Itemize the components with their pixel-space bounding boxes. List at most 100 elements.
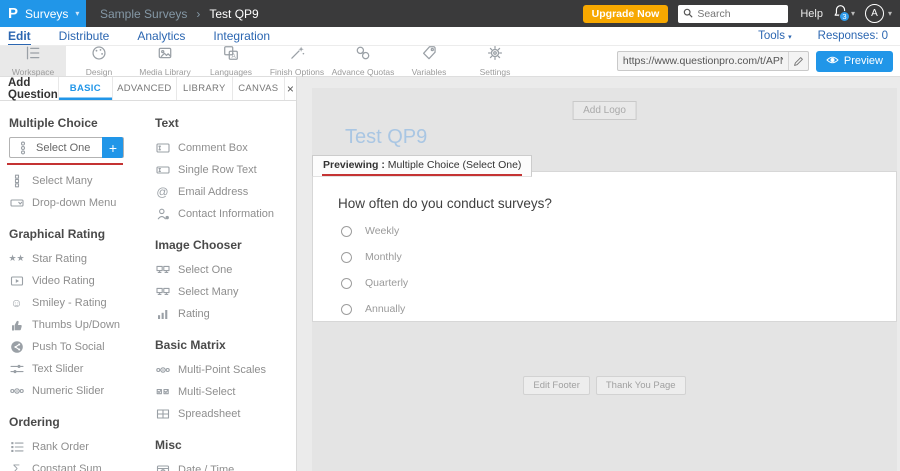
tool-media-library[interactable]: Media Library [132, 46, 198, 76]
tool-workspace[interactable]: Workspace [0, 46, 66, 76]
tool-settings[interactable]: Settings [462, 46, 528, 76]
nav-tab-edit[interactable]: Edit [8, 29, 31, 45]
footer-buttons-container: Edit Footer Thank You Page [312, 376, 897, 395]
panel-tabs-container: BASICADVANCEDLIBRARYCANVAS [58, 77, 284, 100]
rank-order-icon [9, 440, 24, 454]
panel-tab-canvas[interactable]: CANVAS [232, 77, 284, 100]
add-question-plus-button[interactable]: + [102, 137, 123, 158]
question-type-video-rating[interactable]: Video Rating [9, 270, 146, 292]
question-type-multi-select[interactable]: Multi-Select [155, 381, 296, 403]
question-type-smiley-rating[interactable]: ☺Smiley - Rating [9, 292, 146, 314]
upgrade-now-button[interactable]: Upgrade Now [583, 5, 669, 23]
question-type-thumbs-up-down[interactable]: Thumbs Up/Down [9, 314, 146, 336]
question-type-star-rating[interactable]: ★★Star Rating [9, 248, 146, 270]
question-type-text-slider[interactable]: Text Slider [9, 358, 146, 380]
image-chooser-icon [155, 285, 170, 299]
breadcrumb: Sample Surveys › Test QP9 [100, 7, 259, 21]
thank-you-page-button[interactable]: Thank You Page [596, 376, 686, 395]
star-rating-icon: ★★ [9, 254, 24, 263]
radio-button[interactable] [341, 304, 352, 315]
tool-advance-quotas[interactable]: Advance Quotas [330, 46, 396, 76]
question-type-date-time[interactable]: Date / Time [155, 459, 296, 471]
previewing-value: Multiple Choice (Select One) [385, 159, 522, 171]
question-type-select-many[interactable]: Select Many [9, 170, 146, 192]
workspace-icon [25, 45, 41, 66]
survey-preview-area: Add Logo Test QP9 Previewing : Multiple … [297, 77, 900, 471]
help-link[interactable]: Help [800, 8, 823, 20]
question-type-numeric-slider[interactable]: Numeric Slider [9, 380, 146, 402]
preview-button[interactable]: Preview [816, 51, 893, 72]
question-type-select-one[interactable]: Select One [155, 259, 296, 281]
product-label: Surveys [25, 7, 68, 21]
question-type-multi-point-scales[interactable]: Multi-Point Scales [155, 359, 296, 381]
smiley-rating-icon: ☺ [9, 297, 24, 309]
question-types-left-column: Multiple ChoiceSelect One+Select ManyDro… [0, 101, 146, 471]
account-chevron-icon[interactable]: ▾ [888, 10, 892, 18]
section-title-text: Text [155, 116, 296, 130]
panel-tab-library[interactable]: LIBRARY [176, 77, 232, 100]
survey-url-box [617, 51, 809, 71]
breadcrumb-parent[interactable]: Sample Surveys [100, 7, 187, 21]
question-type-select-one[interactable]: Select One+ [9, 137, 124, 158]
add-logo-button[interactable]: Add Logo [572, 101, 637, 120]
question-type-comment-box[interactable]: Comment Box [155, 137, 296, 159]
question-type-drop-down-menu[interactable]: Drop-down Menu [9, 192, 146, 214]
panel-tab-basic[interactable]: BASIC [58, 77, 112, 100]
nav-tabs-container: Edit Distribute Analytics Integration [8, 27, 298, 45]
answer-option-weekly: Weekly [341, 225, 896, 237]
question-type-spreadsheet[interactable]: Spreadsheet [155, 403, 296, 425]
add-question-panel: Add Question BASICADVANCEDLIBRARYCANVAS … [0, 77, 297, 471]
question-type-rating[interactable]: Rating [155, 303, 296, 325]
video-rating-icon [9, 274, 24, 288]
tool-finish-options[interactable]: Finish Options [264, 46, 330, 76]
brand-surveys-menu[interactable]: P Surveys ▾ [0, 0, 86, 27]
text-slider-icon [9, 362, 24, 376]
close-panel-button[interactable]: × [284, 77, 296, 100]
radio-button[interactable] [341, 226, 352, 237]
search-box[interactable] [678, 5, 788, 23]
radio-list-icon [15, 141, 30, 155]
previewing-label: Previewing : [323, 159, 385, 171]
responses-count[interactable]: Responses: 0 [818, 30, 888, 42]
eye-icon [826, 55, 839, 68]
notifications-bell-icon[interactable]: 3 [833, 4, 848, 24]
panel-tab-advanced[interactable]: ADVANCED [112, 77, 176, 100]
nav-tab-distribute[interactable]: Distribute [59, 29, 110, 44]
tools-menu[interactable]: Tools ▾ [758, 30, 792, 42]
question-type-constant-sum[interactable]: ΣConstant Sum [9, 458, 146, 471]
question-type-email-address[interactable]: @Email Address [155, 181, 296, 203]
search-icon [683, 5, 693, 23]
question-type-contact-information[interactable]: Contact Information [155, 203, 296, 225]
radio-button[interactable] [341, 278, 352, 289]
options-container: WeeklyMonthlyQuarterlyAnnually [313, 225, 896, 315]
numeric-slider-icon [9, 384, 24, 398]
search-input[interactable] [697, 8, 777, 20]
notifications-chevron-icon[interactable]: ▾ [851, 10, 855, 18]
image-chooser-icon [155, 263, 170, 277]
question-type-single-row-text[interactable]: Single Row Text [155, 159, 296, 181]
edit-footer-button[interactable]: Edit Footer [523, 376, 589, 395]
email-address-icon: @ [155, 186, 170, 198]
comment-box-icon [155, 141, 170, 155]
tool-languages[interactable]: ALanguages [198, 46, 264, 76]
survey-page: Add Logo Test QP9 Previewing : Multiple … [312, 88, 897, 471]
question-type-push-to-social[interactable]: Push To Social [9, 336, 146, 358]
question-type-rank-order[interactable]: Rank Order [9, 436, 146, 458]
nav-tab-analytics[interactable]: Analytics [137, 29, 185, 44]
radio-button[interactable] [341, 252, 352, 263]
tool-variables[interactable]: Variables [396, 46, 462, 76]
survey-url-input[interactable] [618, 55, 788, 67]
nav-tab-integration[interactable]: Integration [213, 29, 270, 44]
question-text: How often do you conduct surveys? [338, 196, 896, 211]
push-to-social-icon [9, 340, 24, 354]
section-title-ordering: Ordering [9, 415, 146, 429]
settings-icon [487, 45, 503, 66]
media-library-icon [157, 45, 173, 66]
avatar[interactable]: A [865, 4, 884, 23]
survey-title[interactable]: Test QP9 [345, 126, 427, 149]
tool-design[interactable]: Design [66, 46, 132, 76]
edit-url-pencil-icon[interactable] [788, 52, 808, 70]
checkbox-list-icon [9, 174, 24, 188]
question-type-select-many[interactable]: Select Many [155, 281, 296, 303]
toolbar-items: WorkspaceDesignMedia LibraryALanguagesFi… [0, 46, 528, 76]
